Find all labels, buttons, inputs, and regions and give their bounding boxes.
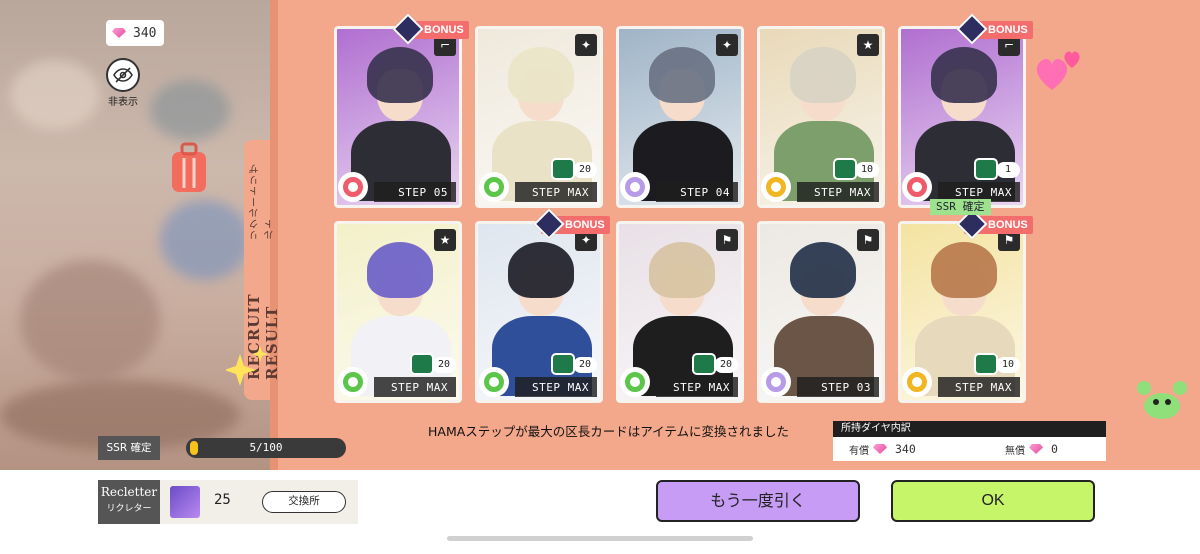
card-step-label: STEP 05	[374, 182, 456, 202]
ssr-confirmed-tag: SSR 確定	[930, 199, 991, 215]
draw-again-button[interactable]: もう一度引く	[656, 480, 860, 522]
card-step-label: STEP MAX	[938, 377, 1020, 397]
bg-shelf-blob	[20, 260, 160, 380]
conversion-notice: HAMAステップが最大の区長カードはアイテムに変換されました	[428, 424, 790, 439]
hide-ui-button[interactable]	[106, 58, 140, 92]
converted-item-icon	[692, 353, 716, 375]
attribute-icon	[620, 172, 650, 202]
converted-item-count: 10	[855, 162, 879, 178]
converted-item-icon	[974, 353, 998, 375]
recletter-envelope-icon	[170, 486, 200, 518]
gem-count: 340	[133, 25, 157, 41]
attribute-icon	[761, 367, 791, 397]
ssr-progress-bar: 5/100	[186, 438, 346, 458]
recletter-logo: Recletter リクレター	[98, 480, 160, 524]
converted-item-count: 20	[573, 162, 597, 178]
card-type-icon: ⚑	[857, 229, 879, 251]
character-hair	[367, 242, 433, 298]
result-card[interactable]: ⌐ STEP MAX 1	[898, 26, 1026, 208]
bg-light-blob	[10, 60, 100, 130]
converted-item-icon	[410, 353, 434, 375]
converted-item-count: 20	[432, 357, 456, 373]
tab-title-jp: リクルートリザルト	[250, 162, 276, 240]
crab-icon	[1136, 376, 1188, 424]
diamond-breakdown: 所持ダイヤ内訳 有償 340 無償 0	[833, 421, 1106, 461]
attribute-icon	[620, 367, 650, 397]
card-step-label: STEP MAX	[515, 182, 597, 202]
converted-item-count: 1	[996, 162, 1020, 178]
attribute-icon	[338, 172, 368, 202]
result-card[interactable]: ✦ STEP MAX 20	[475, 26, 603, 208]
card-step-label: STEP 03	[797, 377, 879, 397]
result-card[interactable]: ⌐ STEP 05	[334, 26, 462, 208]
hide-ui-label: 非表示	[108, 97, 138, 108]
exchange-button[interactable]: 交換所	[262, 491, 346, 513]
card-step-label: STEP MAX	[374, 377, 456, 397]
result-card[interactable]: ★ STEP MAX 20	[334, 221, 462, 403]
card-step-label: STEP MAX	[656, 377, 738, 397]
character-hair	[931, 47, 997, 103]
attribute-icon	[761, 172, 791, 202]
gem-counter: 340	[106, 20, 164, 46]
result-card[interactable]: ⚑ STEP 03	[757, 221, 885, 403]
converted-item-icon	[551, 158, 575, 180]
character-hair	[649, 242, 715, 298]
ssr-progress-label: SSR 確定	[98, 436, 160, 460]
character-hair	[367, 47, 433, 103]
attribute-icon	[902, 172, 932, 202]
paid-label: 有償	[849, 445, 869, 457]
recletter-title-jp: リクレター	[106, 504, 152, 514]
eye-off-icon	[113, 67, 133, 83]
converted-item-count: 10	[996, 357, 1020, 373]
result-card[interactable]: ⚑ STEP MAX 10	[898, 221, 1026, 403]
sparkle-icon	[224, 344, 270, 390]
free-label: 無償	[1005, 445, 1025, 457]
character-hair	[790, 242, 856, 298]
result-card[interactable]: ⚑ STEP MAX 20	[616, 221, 744, 403]
ok-button[interactable]: OK	[891, 480, 1095, 522]
card-step-label: STEP MAX	[515, 377, 597, 397]
free-value: 0	[1051, 442, 1058, 456]
result-card[interactable]: ✦ STEP MAX 20	[475, 221, 603, 403]
attribute-icon	[479, 172, 509, 202]
attribute-icon	[902, 367, 932, 397]
recletter-count: 25	[214, 492, 231, 508]
ssr-progress-text: 5/100	[249, 441, 283, 454]
gem-icon	[873, 444, 887, 454]
attribute-icon	[479, 367, 509, 397]
gem-icon	[1029, 444, 1043, 454]
bg-poster-blob	[160, 200, 250, 280]
result-card[interactable]: ✦ STEP 04	[616, 26, 744, 208]
character-hair	[508, 242, 574, 298]
gem-icon	[112, 28, 126, 38]
converted-item-icon	[974, 158, 998, 180]
card-step-label: STEP 04	[656, 182, 738, 202]
card-step-label: STEP MAX	[797, 182, 879, 202]
converted-item-count: 20	[714, 357, 738, 373]
card-type-icon: ★	[857, 34, 879, 56]
diamond-breakdown-header: 所持ダイヤ内訳	[833, 421, 1106, 437]
attribute-icon	[338, 367, 368, 397]
character-hair	[649, 47, 715, 103]
character-hair	[931, 242, 997, 298]
hearts-icon	[1032, 46, 1084, 94]
character-hair	[790, 47, 856, 103]
recletter-title-en: Recletter	[100, 485, 158, 499]
card-type-icon: ✦	[716, 34, 738, 56]
converted-item-icon	[551, 353, 575, 375]
card-type-icon: ★	[434, 229, 456, 251]
converted-item-count: 20	[573, 357, 597, 373]
paid-value: 340	[895, 442, 916, 456]
home-indicator	[447, 536, 753, 541]
card-type-icon: ✦	[575, 34, 597, 56]
suitcase-icon	[166, 140, 212, 196]
card-type-icon: ⚑	[716, 229, 738, 251]
result-card[interactable]: ★ STEP MAX 10	[757, 26, 885, 208]
character-hair	[508, 47, 574, 103]
bg-lamp-blob	[150, 80, 230, 140]
converted-item-icon	[833, 158, 857, 180]
diamond-breakdown-row: 有償 340 無償 0	[833, 437, 1106, 461]
recletter-panel: Recletter リクレター 25 交換所	[98, 480, 358, 524]
